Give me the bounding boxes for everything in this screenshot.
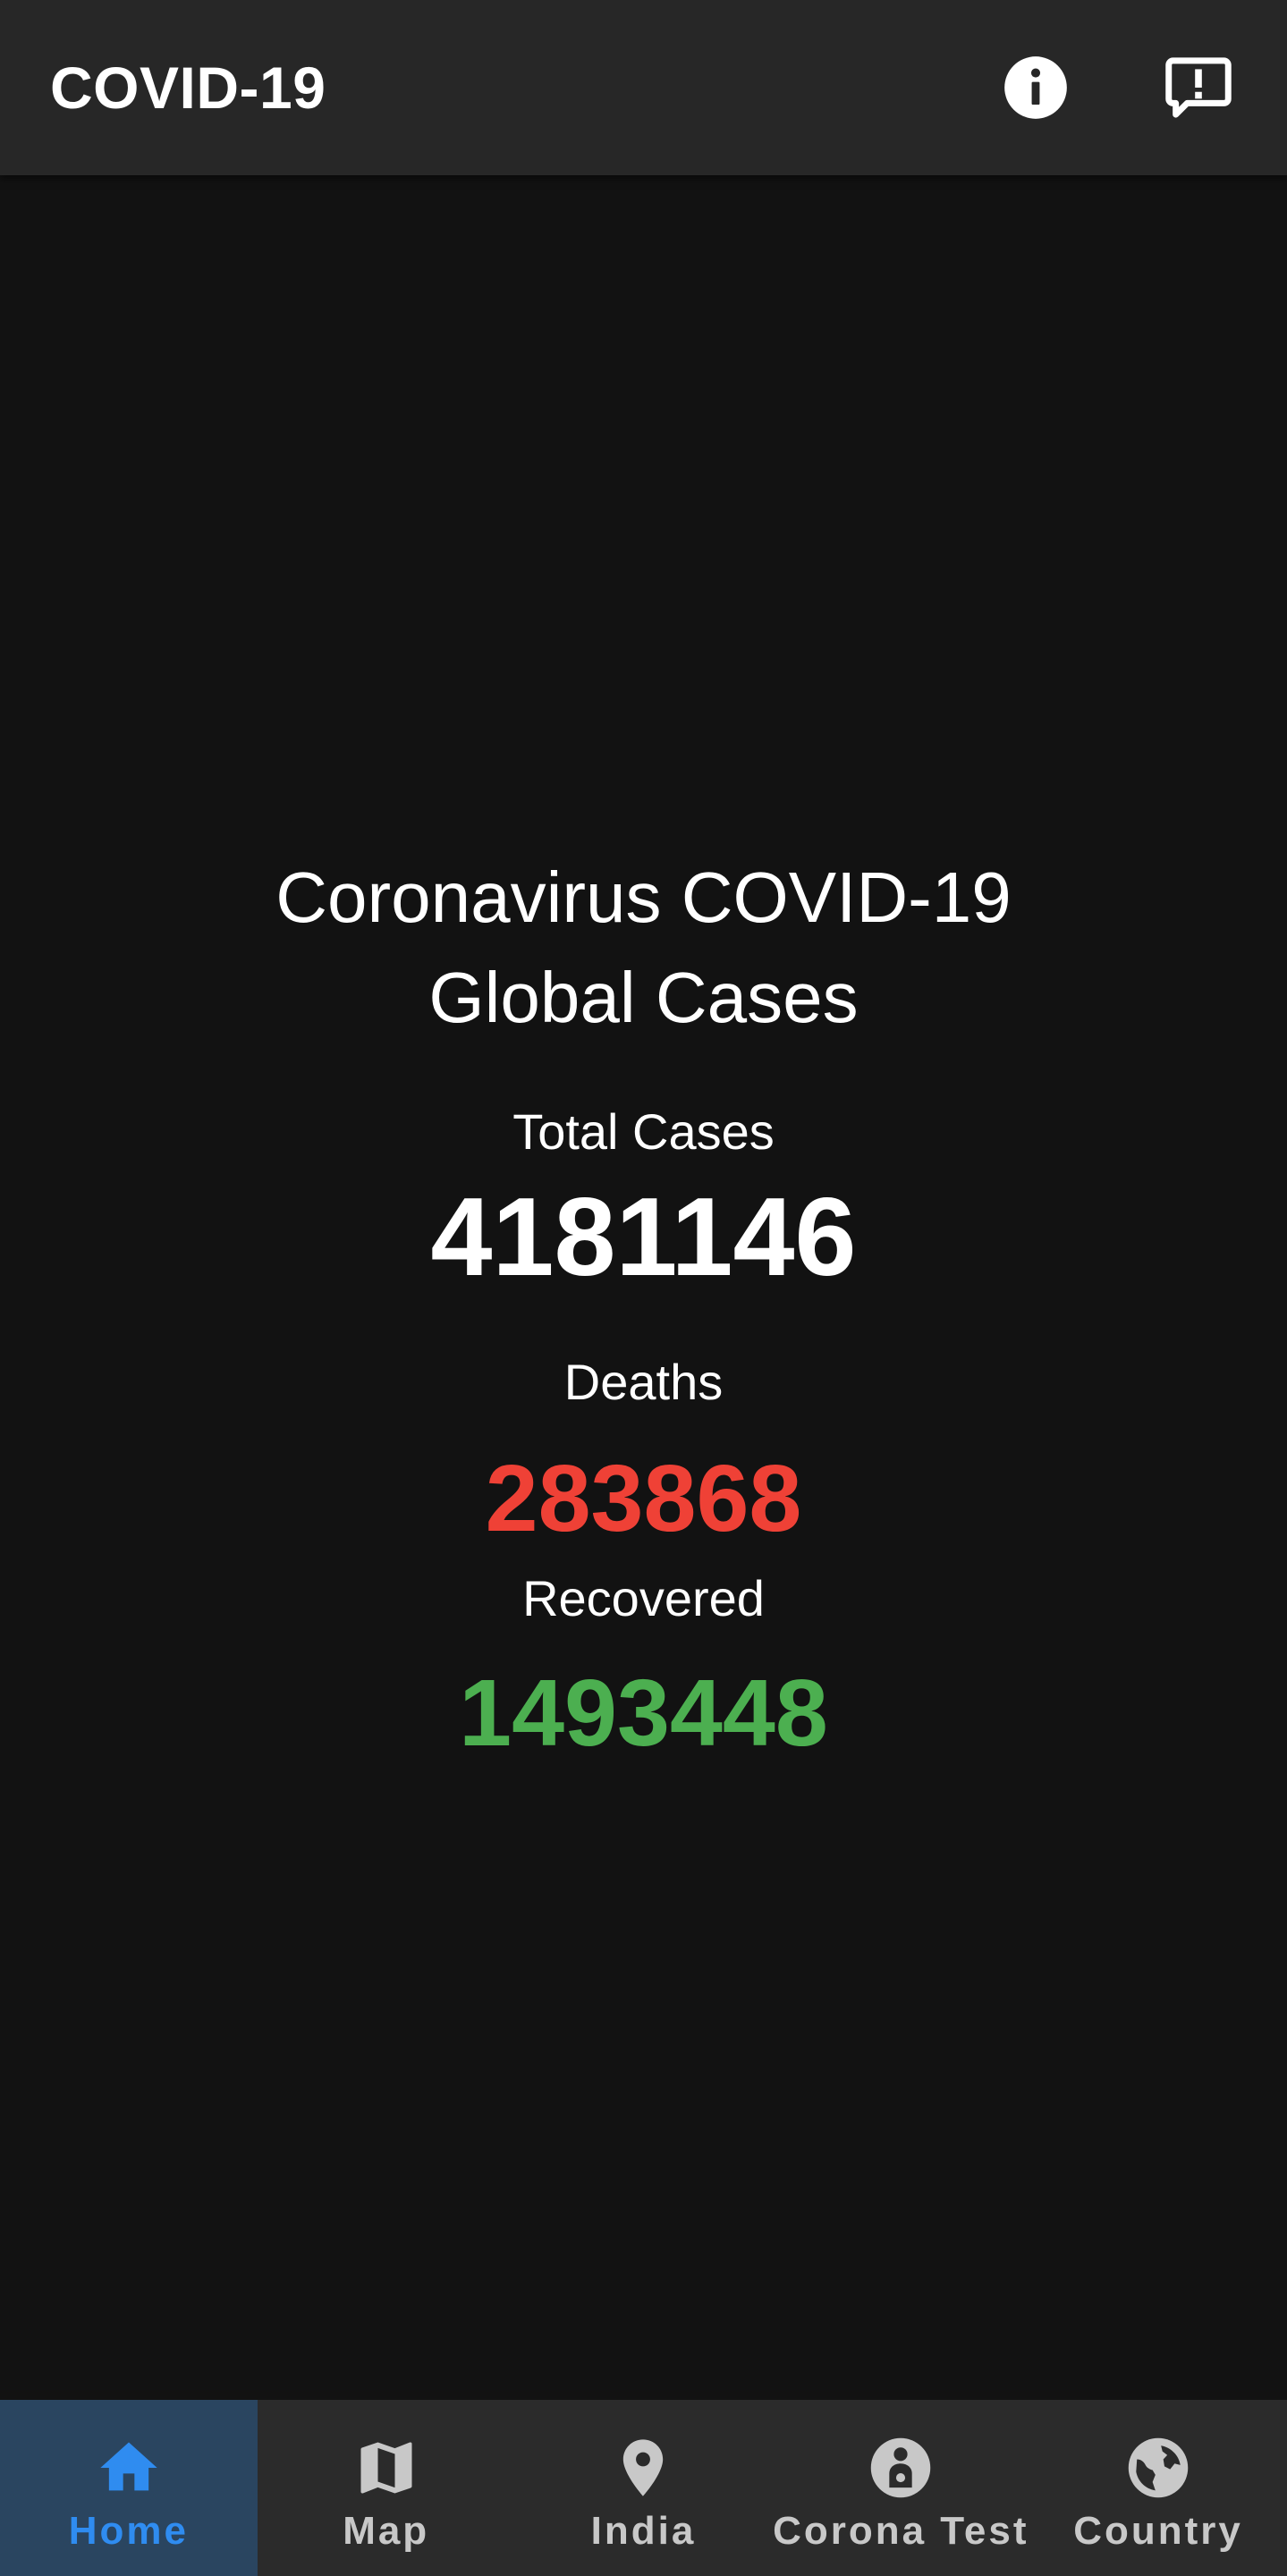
location-pin-icon <box>609 2434 677 2502</box>
app-bar: COVID-19 <box>0 0 1287 175</box>
globe-icon <box>1124 2434 1192 2502</box>
total-cases-label: Total Cases <box>512 1103 775 1160</box>
nav-label-map: Map <box>343 2509 430 2553</box>
nav-label-corona-test: Corona Test <box>773 2509 1029 2553</box>
main-content: Coronavirus COVID-19 Global Cases Total … <box>0 175 1287 2400</box>
nav-label-india: India <box>590 2509 697 2553</box>
bottom-navigation: Home Map India Corona Test Country <box>0 2400 1287 2576</box>
deaths-label: Deaths <box>563 1354 724 1410</box>
home-icon <box>95 2434 163 2502</box>
headline-line-2: Global Cases <box>428 958 859 1037</box>
feedback-icon <box>1165 57 1232 118</box>
nav-item-corona-test[interactable]: Corona Test <box>772 2400 1029 2576</box>
person-circle-icon <box>867 2434 935 2502</box>
page-headline: Coronavirus COVID-19 Global Cases <box>0 848 1287 1048</box>
nav-label-home: Home <box>68 2509 190 2553</box>
recovered-label: Recovered <box>522 1570 765 1626</box>
total-cases-value: 4181146 <box>430 1176 857 1299</box>
nav-item-country[interactable]: Country <box>1029 2400 1287 2576</box>
feedback-button[interactable] <box>1161 50 1236 125</box>
recovered-value: 1493448 <box>459 1660 828 1766</box>
app-title: COVID-19 <box>50 55 326 121</box>
headline-line-1: Coronavirus COVID-19 <box>275 857 1012 937</box>
nav-label-country: Country <box>1073 2509 1243 2553</box>
deaths-value: 283868 <box>485 1446 802 1551</box>
map-icon <box>352 2434 420 2502</box>
info-button[interactable] <box>998 50 1073 125</box>
nav-item-india[interactable]: India <box>515 2400 773 2576</box>
info-icon <box>1004 56 1067 119</box>
nav-item-map[interactable]: Map <box>258 2400 515 2576</box>
nav-item-home[interactable]: Home <box>0 2400 258 2576</box>
